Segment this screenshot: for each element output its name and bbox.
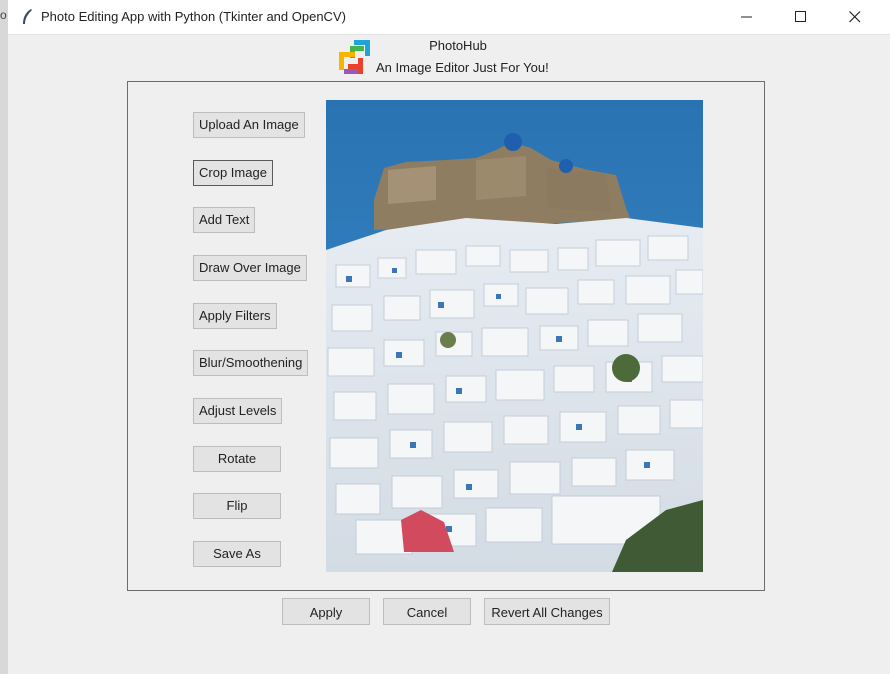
background-window-strip: o [0, 0, 8, 674]
app-name: PhotoHub [429, 38, 487, 53]
apply-filters-button[interactable]: Apply Filters [193, 303, 277, 329]
feather-icon [23, 9, 32, 24]
image-canvas[interactable] [326, 100, 703, 572]
blur-smoothening-button[interactable]: Blur/Smoothening [193, 350, 309, 376]
close-button[interactable] [832, 0, 878, 34]
maximize-icon [795, 11, 806, 22]
revert-all-changes-button[interactable]: Revert All Changes [484, 598, 610, 625]
apply-button[interactable]: Apply [282, 598, 370, 625]
photohub-logo [339, 40, 370, 74]
upload-image-button[interactable]: Upload An Image [193, 112, 305, 138]
title-bar[interactable]: Photo Editing App with Python (Tkinter a… [8, 0, 890, 35]
close-icon [849, 11, 861, 23]
flip-button[interactable]: Flip [193, 493, 281, 519]
photo-preview [326, 100, 703, 572]
cancel-button[interactable]: Cancel [383, 598, 471, 625]
app-tagline: An Image Editor Just For You! [376, 60, 549, 75]
save-as-button[interactable]: Save As [193, 541, 281, 567]
minimize-button[interactable] [724, 0, 770, 34]
crop-image-button[interactable]: Crop Image [193, 160, 273, 186]
editor-frame: Upload An Image Crop Image Add Text Draw… [127, 81, 765, 591]
maximize-button[interactable] [778, 0, 824, 34]
add-text-button[interactable]: Add Text [193, 207, 256, 233]
background-glyph: o [0, 8, 7, 22]
adjust-levels-button[interactable]: Adjust Levels [193, 398, 283, 424]
app-window: Photo Editing App with Python (Tkinter a… [8, 0, 890, 674]
minimize-icon [741, 16, 752, 18]
draw-over-image-button[interactable]: Draw Over Image [193, 255, 307, 281]
rotate-button[interactable]: Rotate [193, 446, 281, 472]
window-title: Photo Editing App with Python (Tkinter a… [41, 9, 346, 24]
app-header: PhotoHub An Image Editor Just For You! [8, 34, 890, 80]
